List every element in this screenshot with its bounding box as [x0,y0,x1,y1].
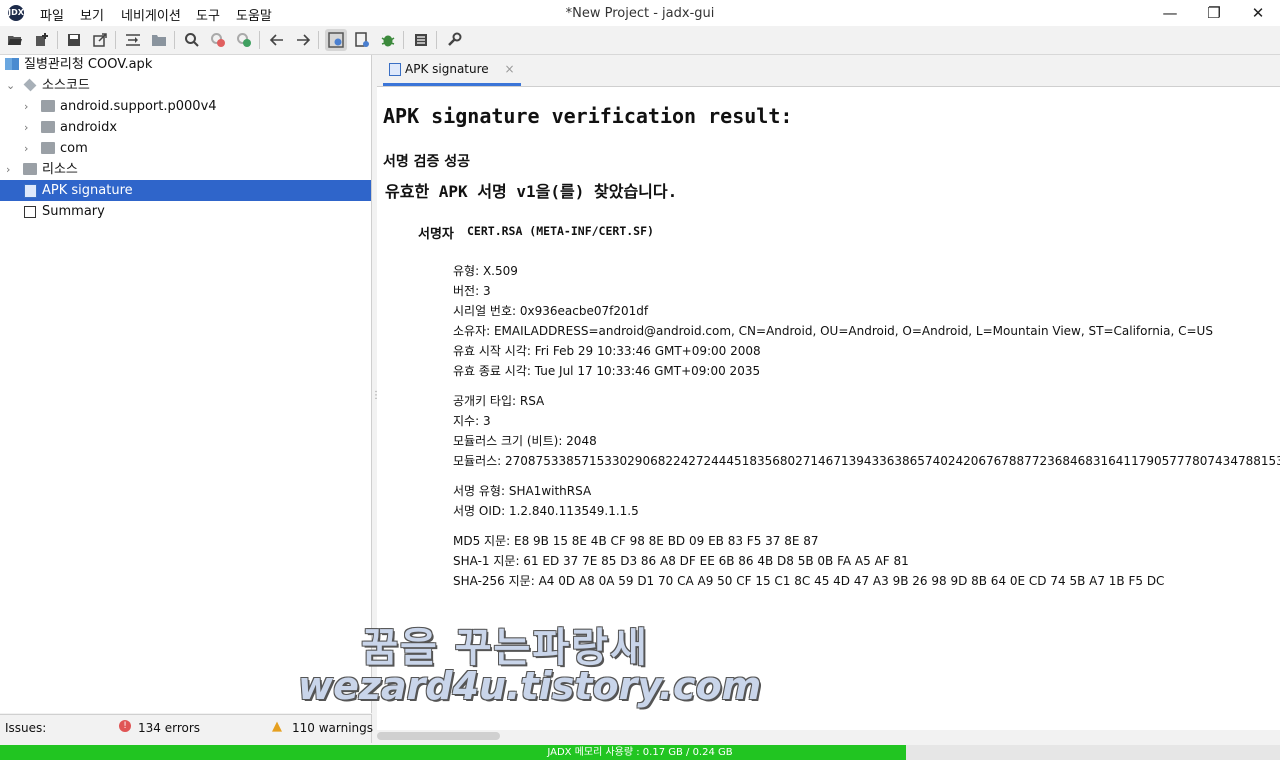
errors-count[interactable]: 134 errors [138,721,200,735]
resources-folder-icon [23,163,37,175]
toolbar-separator [318,31,319,49]
tree-item-label: 질병관리청 COOV.apk [24,57,153,72]
tree-item-summary[interactable]: Summary [0,201,371,222]
decompile-icon[interactable] [325,29,347,51]
export-icon[interactable] [89,29,111,51]
sha256-fingerprint: SHA-256 지문: A4 0D A8 0A 59 D1 70 CA A9 5… [453,574,1165,588]
folder-icon [41,142,55,154]
chevron-right-icon[interactable]: › [24,138,36,159]
cert-serial: 시리얼 번호: 0x936eacbe07f201df [453,304,649,318]
result-heading: APK signature verification result: [383,104,793,128]
tree-item-label: Summary [42,204,105,219]
signature-icon [389,63,401,76]
issues-label: Issues: [5,721,47,735]
search-icon[interactable] [181,29,203,51]
tab-apk-signature[interactable]: APK signature × [383,55,521,86]
sig-algorithm: 서명 유형: SHA1withRSA [453,484,592,498]
bookmark-icon[interactable] [351,29,373,51]
toolbar-separator [259,31,260,49]
error-icon: ! [119,720,131,732]
cert-valid-to: 유효 종료 시각: Tue Jul 17 10:33:46 GMT+09:00 … [453,364,761,378]
window-title: *New Project - jadx-gui [565,6,715,21]
chevron-right-icon[interactable]: › [24,117,36,138]
minimize-button[interactable]: — [1148,2,1192,24]
package-icon [23,78,37,92]
signature-icon [24,184,37,198]
signer-label: 서명자 [418,227,454,242]
toolbar-separator [403,31,404,49]
memory-usage-text: JADX 메모리 사용량 : 0.17 GB / 0.24 GB [547,747,733,758]
search-usage-icon[interactable] [233,29,255,51]
sync-icon[interactable] [122,29,144,51]
tree-item-com[interactable]: › com [0,138,371,159]
tree-item-android-support[interactable]: › android.support.p000v4 [0,96,371,117]
settings-icon[interactable] [443,29,465,51]
verification-status: 서명 검증 성공 [383,154,471,170]
tree-item-apk[interactable]: 질병관리청 COOV.apk [0,54,371,75]
tree-item-source[interactable]: ⌄ 소스코드 [0,75,371,96]
sig-oid: 서명 OID: 1.2.840.113549.1.1.5 [453,504,639,518]
signer-value: CERT.RSA (META-INF/CERT.SF) [467,224,654,238]
splitter-handle[interactable]: ⋮ [371,390,381,404]
search-class-icon[interactable] [207,29,229,51]
add-icon[interactable] [31,29,53,51]
save-icon[interactable] [63,29,85,51]
forward-icon[interactable] [292,29,314,51]
toolbar-separator [436,31,437,49]
chevron-right-icon[interactable]: › [24,96,36,117]
toolbar-separator [57,31,58,49]
open-icon[interactable] [4,29,26,51]
tree-item-apk-signature[interactable]: APK signature [0,180,371,201]
tree-item-label: androidx [60,120,118,135]
tree-item-label: APK signature [42,183,133,198]
tab-close-icon[interactable]: × [504,62,514,76]
folder-icon [41,121,55,133]
tree-item-label: android.support.p000v4 [60,99,217,114]
apk-icon [5,58,19,70]
tree-item-resources[interactable]: › 리소스 [0,159,371,180]
cert-valid-from: 유효 시작 시각: Fri Feb 29 10:33:46 GMT+09:00 … [453,344,761,358]
log-icon[interactable] [410,29,432,51]
cert-owner: 소유자: EMAILADDRESS=android@android.com, C… [453,324,1213,338]
warnings-count[interactable]: 110 warnings [292,721,373,735]
summary-icon [24,206,36,218]
back-icon[interactable] [266,29,288,51]
tree-item-label: 소스코드 [42,78,90,93]
toolbar-separator [174,31,175,49]
folder-icon[interactable] [148,29,170,51]
key-exponent: 지수: 3 [453,414,491,428]
key-type: 공개키 타입: RSA [453,394,545,408]
toolbar-separator [115,31,116,49]
warning-icon: ▲ [272,719,282,734]
tree-item-label: 리소스 [42,162,78,177]
key-modulus: 모듈러스: 2708753385715330290682242724445183… [453,454,1280,468]
tree-item-label: com [60,141,88,156]
key-modulus-size: 모듈러스 크기 (비트): 2048 [453,434,597,448]
folder-icon [41,100,55,112]
scrollbar-thumb[interactable] [377,732,500,740]
tab-label: APK signature [405,62,489,76]
close-button[interactable]: ✕ [1236,2,1280,24]
chevron-right-icon[interactable]: › [6,159,18,180]
watermark-url: wezard4u.tistory.com [298,664,762,708]
horizontal-scrollbar[interactable] [377,730,1280,742]
signature-found: 유효한 APK 서명 v1을(를) 찾았습니다. [385,182,678,201]
maximize-button[interactable]: ❐ [1192,2,1236,24]
cert-version: 버전: 3 [453,284,491,298]
cert-type: 유형: X.509 [453,264,518,278]
tree-item-androidx[interactable]: › androidx [0,117,371,138]
chevron-down-icon[interactable]: ⌄ [6,75,18,96]
debug-icon[interactable] [377,29,399,51]
md5-fingerprint: MD5 지문: E8 9B 15 8E 4B CF 98 8E BD 09 EB… [453,534,819,548]
sha1-fingerprint: SHA-1 지문: 61 ED 37 7E 85 D3 86 A8 DF EE … [453,554,909,568]
